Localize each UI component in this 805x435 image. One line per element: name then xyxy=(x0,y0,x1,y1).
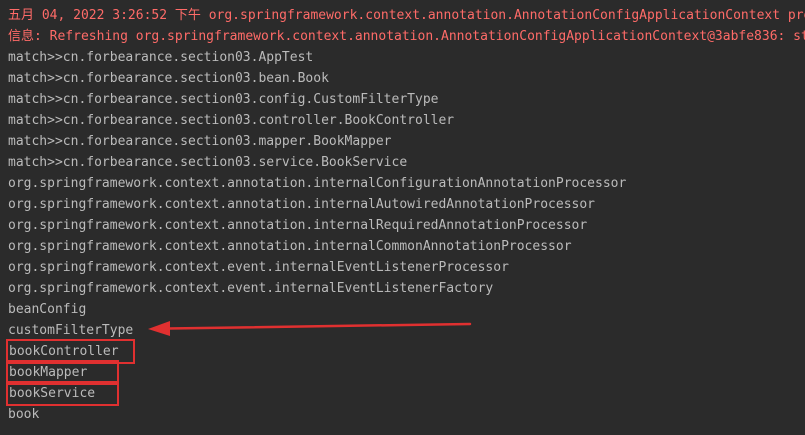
log-line-timestamp: 五月 04, 2022 3:26:52 下午 org.springframewo… xyxy=(8,8,805,23)
highlight-box-book-controller: bookController xyxy=(6,339,135,364)
highlight-box-book-service: bookService xyxy=(6,381,119,406)
log-line-info: 信息: Refreshing org.springframework.conte… xyxy=(8,29,805,44)
log-line-bean-highlighted: bookService xyxy=(6,381,805,406)
log-line-match: match>>cn.forbearance.section03.controll… xyxy=(8,113,455,128)
log-line-bean: org.springframework.context.event.intern… xyxy=(8,281,494,296)
log-line-bean: org.springframework.context.annotation.i… xyxy=(8,197,595,212)
log-line-bean-highlighted: bookController xyxy=(6,339,805,364)
log-line-match: match>>cn.forbearance.section03.mapper.B… xyxy=(8,134,392,149)
log-line-bean: book xyxy=(8,407,40,422)
log-line-bean: org.springframework.context.annotation.i… xyxy=(8,176,627,191)
console-output[interactable]: 五月 04, 2022 3:26:52 下午 org.springframewo… xyxy=(0,0,805,435)
log-line-match: match>>cn.forbearance.section03.config.C… xyxy=(8,92,439,107)
log-line-match: match>>cn.forbearance.section03.bean.Boo… xyxy=(8,71,329,86)
log-line-bean: org.springframework.context.annotation.i… xyxy=(8,218,588,233)
log-line-bean-highlighted: bookMapper xyxy=(6,360,805,385)
log-line-match: match>>cn.forbearance.section03.AppTest xyxy=(8,50,314,65)
log-line-bean: org.springframework.context.event.intern… xyxy=(8,260,509,275)
highlight-box-book-mapper: bookMapper xyxy=(6,360,119,385)
log-line-bean: beanConfig xyxy=(8,302,87,317)
log-line-bean: org.springframework.context.annotation.i… xyxy=(8,239,572,254)
annotation-arrow-icon xyxy=(148,321,472,336)
log-line-match: match>>cn.forbearance.section03.service.… xyxy=(8,155,408,170)
